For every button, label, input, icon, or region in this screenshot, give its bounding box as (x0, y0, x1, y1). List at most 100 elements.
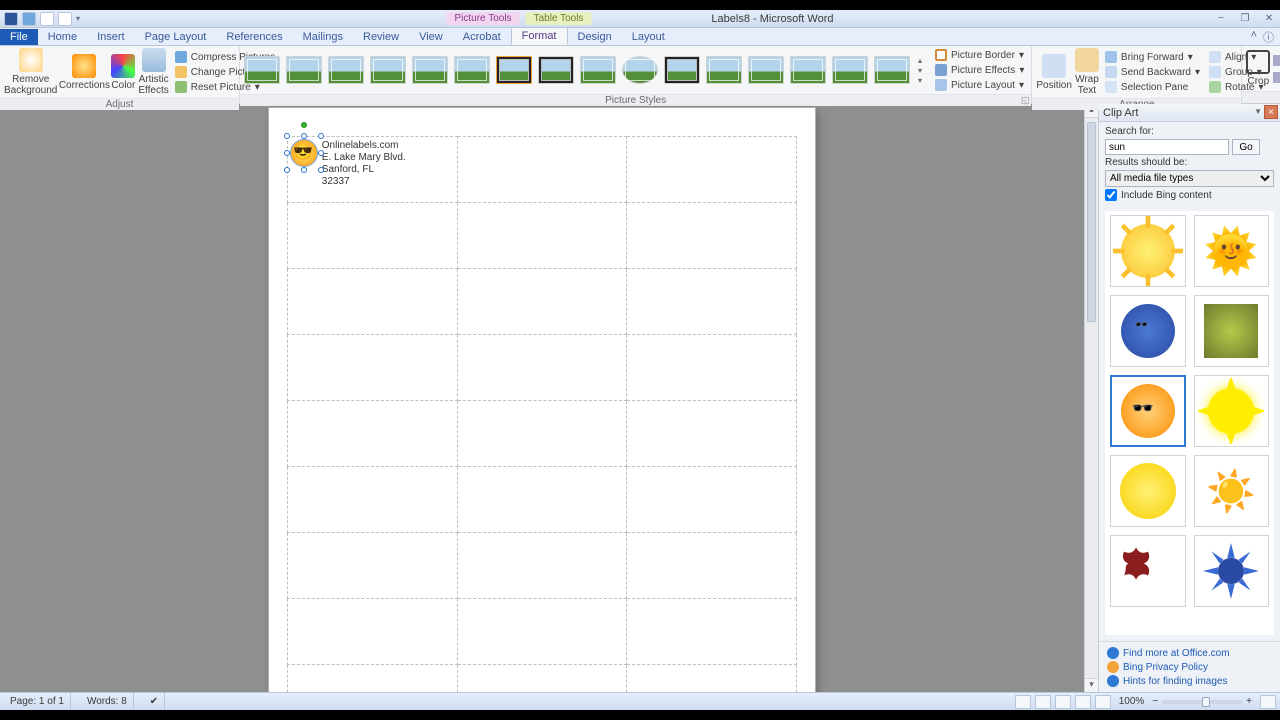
pane-dropdown-icon[interactable]: ▼ (1254, 107, 1262, 116)
selection-pane-button[interactable]: Selection Pane (1102, 80, 1203, 94)
tab-insert[interactable]: Insert (87, 29, 135, 45)
style-thumb[interactable] (412, 56, 448, 84)
style-thumb[interactable] (580, 56, 616, 84)
style-thumb[interactable] (622, 56, 658, 84)
view-full-screen-icon[interactable] (1035, 695, 1051, 709)
label-cell[interactable] (627, 203, 797, 269)
search-input[interactable] (1105, 139, 1229, 155)
tab-view[interactable]: View (409, 29, 453, 45)
redo-icon[interactable] (58, 12, 72, 26)
wrap-text-button[interactable]: Wrap Text (1075, 48, 1099, 96)
style-thumb[interactable] (370, 56, 406, 84)
crop-button[interactable]: Crop (1246, 50, 1270, 87)
view-outline-icon[interactable] (1075, 695, 1091, 709)
style-thumb[interactable] (286, 56, 322, 84)
ribbon-minimize-icon[interactable]: ˄ (1251, 29, 1257, 45)
style-thumb[interactable] (664, 56, 700, 84)
label-cell[interactable] (288, 533, 458, 599)
scrollbar-thumb[interactable] (1087, 122, 1096, 322)
tab-design[interactable]: Design (568, 29, 622, 45)
gallery-more-icon[interactable]: ▾ (918, 76, 922, 85)
label-cell[interactable] (457, 269, 627, 335)
label-cell[interactable] (457, 599, 627, 665)
zoom-fit-icon[interactable] (1260, 695, 1276, 709)
status-proofing-icon[interactable]: ✔ (144, 693, 165, 710)
selection-handles[interactable] (287, 136, 321, 170)
label-cell[interactable] (627, 665, 797, 693)
zoom-in-button[interactable]: + (1246, 696, 1252, 707)
style-thumb[interactable] (454, 56, 490, 84)
send-backward-button[interactable]: Send Backward▾ (1102, 65, 1203, 79)
picture-border-button[interactable]: Picture Border▾ (932, 48, 1027, 62)
label-text[interactable]: Onlinelabels.com E. Lake Mary Blvd. Sanf… (322, 140, 406, 188)
style-thumb-selected[interactable] (496, 56, 532, 84)
tab-acrobat[interactable]: Acrobat (453, 29, 511, 45)
tab-mailings[interactable]: Mailings (293, 29, 353, 45)
label-cell[interactable] (288, 665, 458, 693)
pane-close-icon[interactable]: × (1264, 105, 1278, 119)
clipart-result[interactable] (1194, 295, 1270, 367)
width-field[interactable]: Width: ▴▾ (1273, 70, 1280, 84)
document-area[interactable]: Onlinelabels.com E. Lake Mary Blvd. Sanf… (0, 104, 1084, 692)
clipart-result[interactable] (1194, 375, 1270, 447)
restore-icon[interactable]: ❐ (1238, 13, 1252, 25)
label-cell[interactable] (627, 335, 797, 401)
label-cell[interactable] (457, 665, 627, 693)
save-icon[interactable] (22, 12, 36, 26)
rotate-handle[interactable] (301, 122, 307, 128)
minimize-icon[interactable]: − (1214, 13, 1228, 25)
vertical-scrollbar[interactable]: ▴ ▾ (1084, 104, 1098, 692)
scroll-down-icon[interactable]: ▾ (1085, 678, 1098, 692)
link-privacy[interactable]: Bing Privacy Policy (1107, 660, 1272, 674)
gallery-down-icon[interactable]: ▾ (918, 66, 922, 75)
style-thumb[interactable] (832, 56, 868, 84)
qat-dropdown-icon[interactable]: ▾ (76, 14, 80, 23)
height-field[interactable]: Height: ▴▾ (1273, 53, 1280, 67)
status-page[interactable]: Page: 1 of 1 (4, 693, 71, 710)
status-words[interactable]: Words: 8 (81, 693, 134, 710)
gallery-up-icon[interactable]: ▴ (918, 56, 922, 65)
label-cell[interactable] (288, 467, 458, 533)
link-find-more[interactable]: Find more at Office.com (1107, 646, 1272, 660)
tab-review[interactable]: Review (353, 29, 409, 45)
picture-layout-button[interactable]: Picture Layout▾ (932, 78, 1027, 92)
style-thumb[interactable] (790, 56, 826, 84)
view-draft-icon[interactable] (1095, 695, 1111, 709)
style-thumb[interactable] (328, 56, 364, 84)
label-cell[interactable] (457, 137, 627, 203)
style-thumb[interactable] (706, 56, 742, 84)
style-thumb[interactable] (748, 56, 784, 84)
clipart-result[interactable] (1110, 215, 1186, 287)
label-cell[interactable] (457, 335, 627, 401)
undo-icon[interactable] (40, 12, 54, 26)
clipart-result[interactable]: 🕶️ (1110, 295, 1186, 367)
label-cell[interactable] (457, 533, 627, 599)
tab-format[interactable]: Format (511, 27, 568, 45)
label-cell[interactable] (457, 203, 627, 269)
label-cell[interactable] (288, 335, 458, 401)
tab-home[interactable]: Home (38, 29, 87, 45)
zoom-slider[interactable] (1162, 700, 1242, 704)
clipart-result[interactable]: 🌞 (1194, 215, 1270, 287)
view-print-layout-icon[interactable] (1015, 695, 1031, 709)
remove-background-button[interactable]: Remove Background (4, 48, 57, 96)
position-button[interactable]: Position (1036, 54, 1072, 91)
label-cell[interactable]: Onlinelabels.com E. Lake Mary Blvd. Sanf… (288, 137, 458, 203)
label-cell[interactable] (288, 599, 458, 665)
color-button[interactable]: Color (111, 54, 135, 91)
tab-layout[interactable]: Layout (622, 29, 675, 45)
include-bing-checkbox[interactable]: Include Bing content (1105, 189, 1274, 201)
style-thumb[interactable] (874, 56, 910, 84)
style-thumb[interactable] (538, 56, 574, 84)
style-thumb[interactable] (244, 56, 280, 84)
close-icon[interactable]: ✕ (1262, 13, 1276, 25)
view-web-layout-icon[interactable] (1055, 695, 1071, 709)
picture-effects-button[interactable]: Picture Effects▾ (932, 63, 1027, 77)
label-cell[interactable] (627, 467, 797, 533)
help-icon[interactable]: ⓘ (1263, 29, 1274, 45)
tab-page-layout[interactable]: Page Layout (135, 29, 217, 45)
clipart-result[interactable] (1194, 535, 1270, 607)
clipart-result[interactable] (1110, 455, 1186, 527)
label-cell[interactable] (288, 269, 458, 335)
clipart-result-selected[interactable]: 🕶️ (1110, 375, 1186, 447)
